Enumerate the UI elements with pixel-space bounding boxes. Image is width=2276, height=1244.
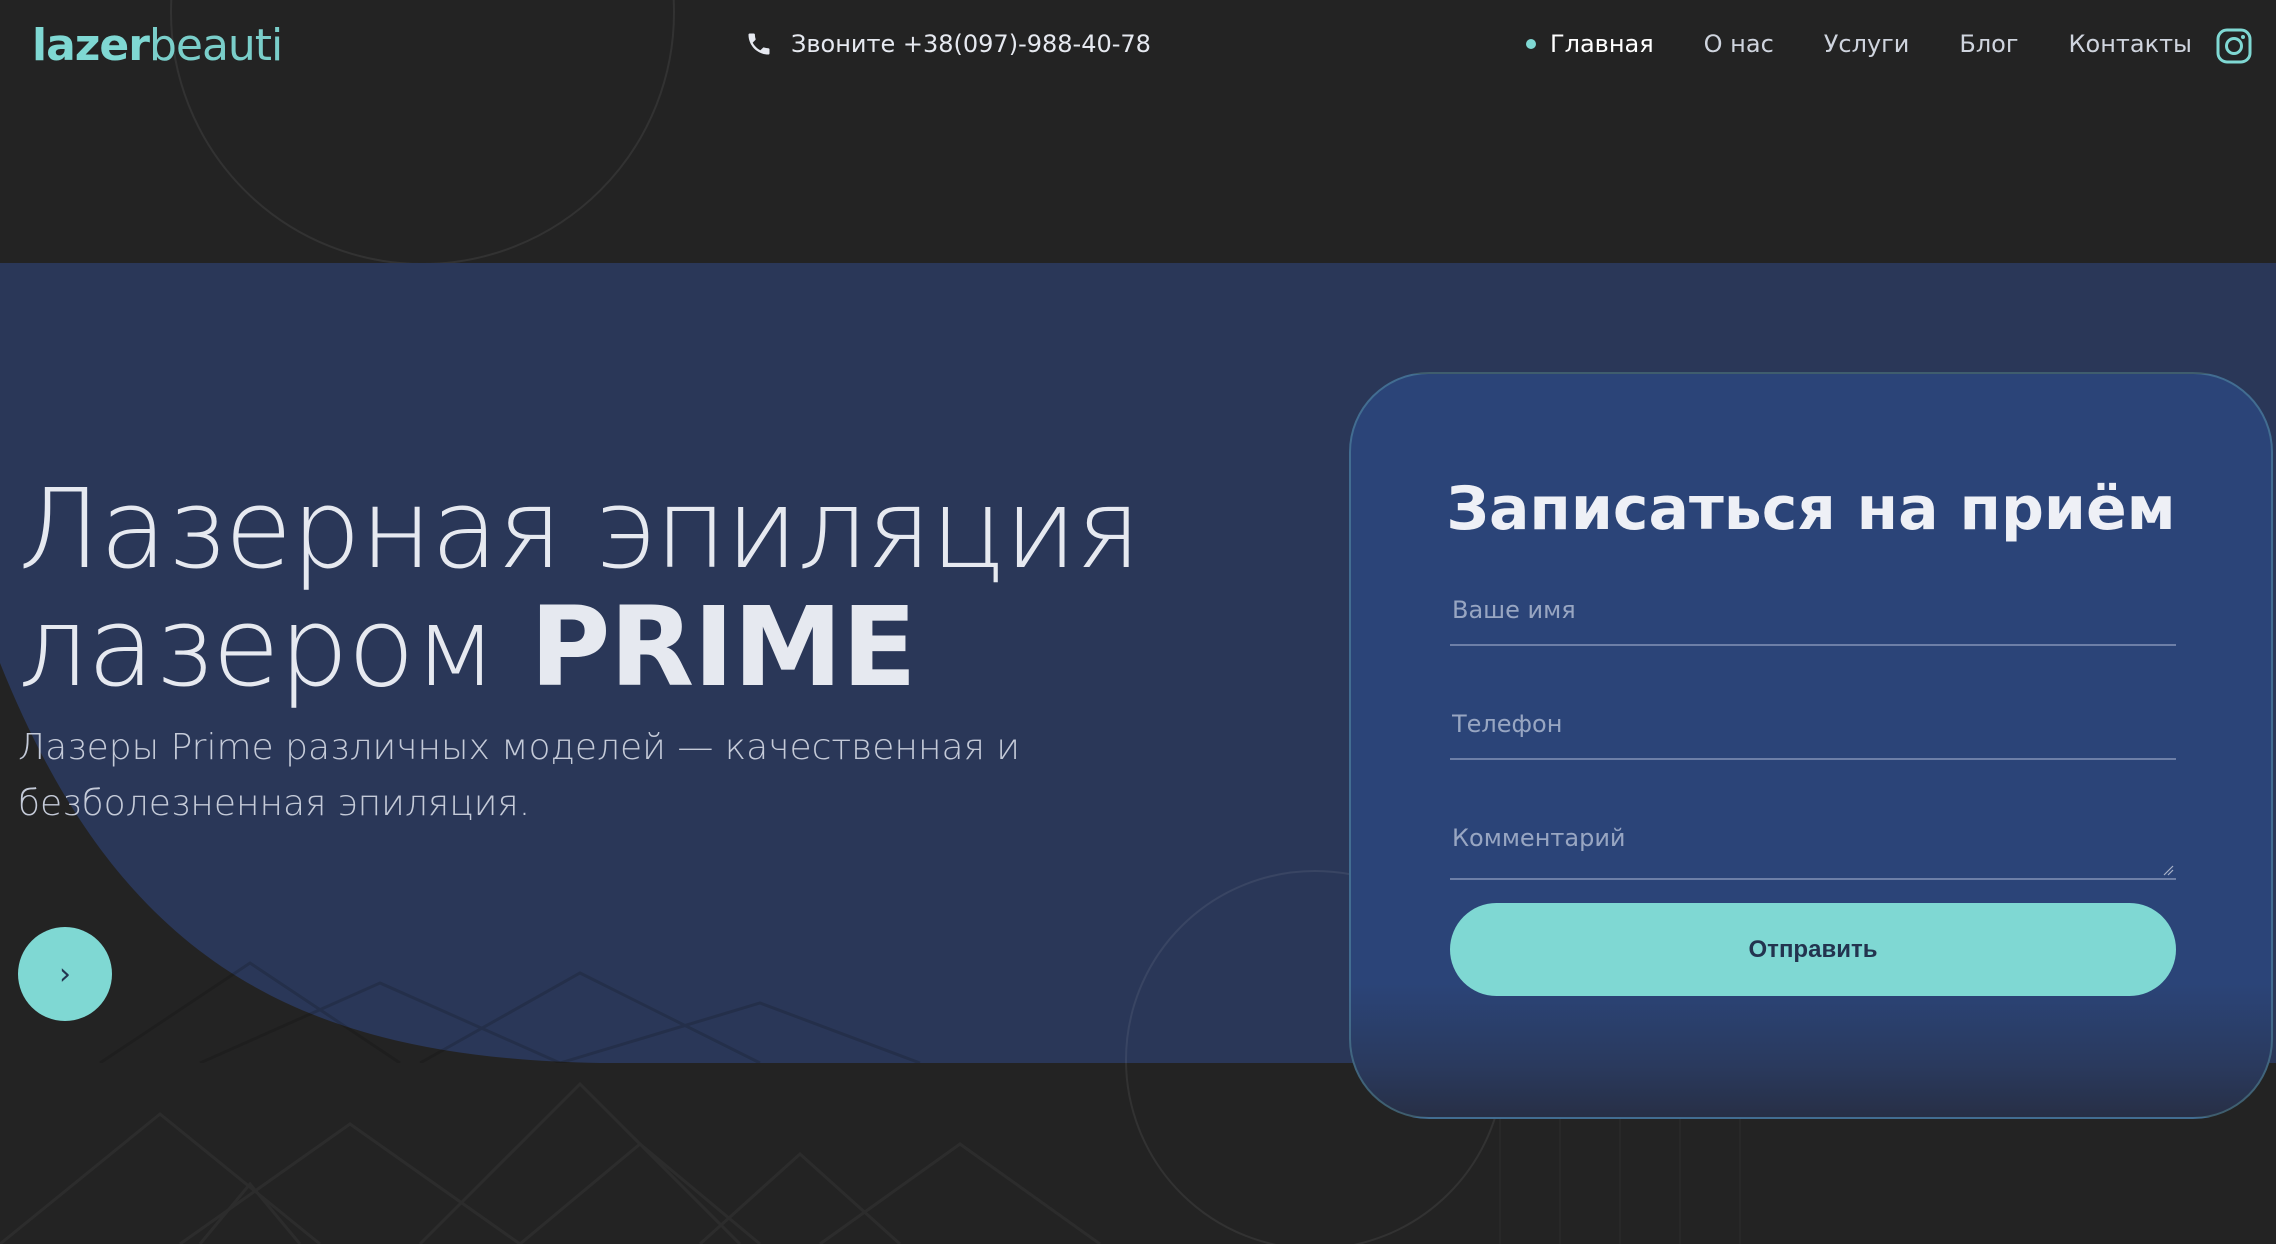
form-title: Записаться на приём	[1446, 474, 2176, 544]
phone-contact[interactable]: Звоните +38(097)-988-40-78	[745, 30, 1151, 58]
nav-item-label: Блог	[1959, 30, 2019, 58]
hero-title-line2: лазером PRIME	[18, 588, 1140, 706]
nav-item-label: Услуги	[1823, 30, 1910, 58]
main-nav: Главная О нас Услуги Блог Контакты	[1525, 30, 2192, 58]
nav-item-blog[interactable]: Блог	[1959, 30, 2018, 58]
hero-title-bold: PRIME	[529, 583, 917, 711]
nav-item-label: Контакты	[2068, 30, 2192, 58]
nav-item-home[interactable]: Главная	[1525, 30, 1654, 58]
hero-title: Лазерная эпиляция лазером PRIME	[18, 465, 1141, 706]
nav-item-label: О нас	[1703, 30, 1774, 58]
logo-light: beauti	[148, 20, 283, 71]
logo[interactable]: lazerbeauti	[32, 20, 283, 71]
hero-title-line1: Лазерная эпиляция	[18, 465, 1141, 593]
hero-subtitle: Лазеры Prime различных моделей — качеств…	[18, 727, 1021, 824]
booking-form-card: Записаться на приём Отправить	[1349, 372, 2273, 1119]
phone-field[interactable]	[1450, 700, 2176, 760]
nav-item-about[interactable]: О нас	[1704, 30, 1774, 58]
active-dot-icon	[1525, 39, 1536, 49]
phone-icon	[748, 33, 770, 55]
hero-title-light: лазером	[18, 583, 530, 711]
phone-text: Звоните +38(097)-988-40-78	[791, 30, 1151, 58]
nav-item-label: Главная	[1549, 30, 1654, 58]
resize-handle-icon[interactable]	[2162, 864, 2174, 876]
comment-field[interactable]	[1450, 814, 2176, 880]
name-field[interactable]	[1450, 586, 2176, 646]
instagram-icon[interactable]	[2216, 28, 2252, 64]
nav-item-services[interactable]: Услуги	[1824, 30, 1910, 58]
site-header: lazerbeauti Звоните +38(097)-988-40-78 Г…	[0, 0, 2276, 95]
submit-button[interactable]: Отправить	[1450, 903, 2176, 996]
chevron-right-icon: ›	[59, 956, 71, 992]
comment-textarea[interactable]	[1452, 824, 2174, 852]
next-slide-button[interactable]: ›	[18, 927, 112, 1021]
page: lazerbeauti Звоните +38(097)-988-40-78 Г…	[0, 0, 2276, 1244]
logo-bold: lazer	[32, 20, 150, 71]
nav-item-contacts[interactable]: Контакты	[2068, 30, 2192, 58]
phone-input[interactable]	[1452, 710, 2174, 738]
name-input[interactable]	[1452, 596, 2174, 624]
